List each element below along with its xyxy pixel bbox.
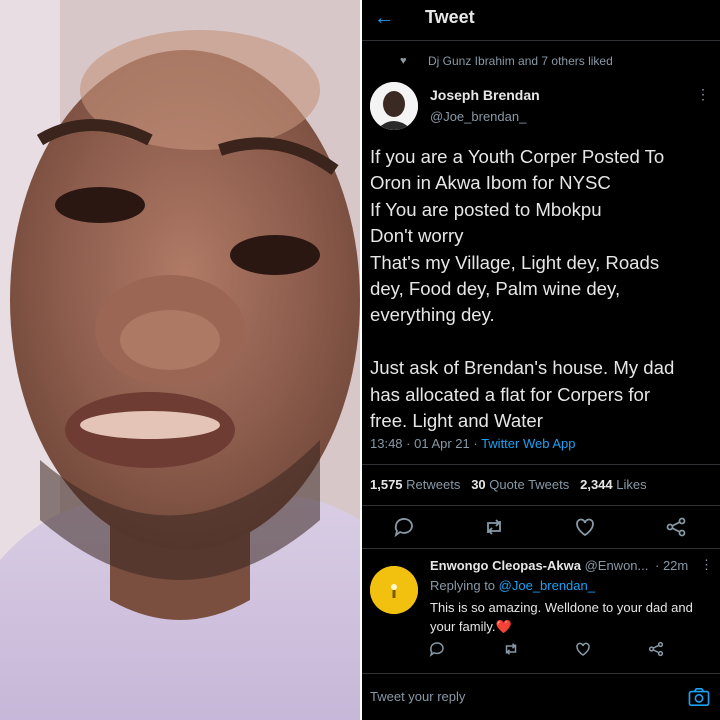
reply-author-name: Enwongo Cleopas-Akwa — [430, 558, 581, 573]
compose-divider — [362, 673, 720, 674]
reply-time: · 22m — [655, 558, 689, 573]
tweet-actions — [362, 515, 720, 539]
retweets-label: Retweets — [402, 477, 461, 492]
heart-icon: ♥ — [400, 55, 407, 67]
tweet-meta: 13:48 · 01 Apr 21 · Twitter Web App — [370, 436, 575, 451]
share-icon[interactable] — [664, 515, 688, 539]
header-divider — [362, 40, 720, 41]
retweet-icon[interactable] — [482, 515, 506, 539]
reply-input[interactable]: Tweet your reply — [370, 689, 465, 704]
tweet-source-link[interactable]: Twitter Web App — [481, 436, 575, 451]
retweets-count: 1,575 — [370, 477, 403, 492]
meta-divider — [362, 464, 720, 465]
replying-prefix: Replying to — [430, 578, 499, 593]
screenshot: ← Tweet ♥ Dj Gunz Ibrahim and 7 others l… — [0, 0, 720, 720]
reply-avatar[interactable] — [370, 566, 418, 614]
page-title: Tweet — [425, 7, 475, 27]
reply-author[interactable]: Enwongo Cleopas-Akwa @Enwon... — [430, 558, 648, 573]
replying-to-handle[interactable]: @Joe_brendan_ — [499, 578, 595, 593]
camera-icon[interactable] — [688, 687, 710, 707]
actions-divider — [362, 548, 720, 549]
top-bar: ← Tweet — [362, 0, 720, 38]
quotes-count: 30 — [471, 477, 486, 492]
social-context-text: Dj Gunz Ibrahim and 7 others liked — [428, 54, 613, 68]
replying-to: Replying to @Joe_brendan_ — [430, 578, 595, 593]
tweet-time: 13:48 · 01 Apr 21 · — [370, 436, 482, 451]
tweet-stats: 1,575 Retweets 30 Quote Tweets 2,344 Lik… — [370, 477, 647, 492]
reply-text: This is so amazing. Welldone to your dad… — [430, 600, 693, 634]
reply-like-icon[interactable] — [574, 640, 592, 658]
reply-author-handle: @Enwon... — [580, 558, 649, 573]
author-handle[interactable]: @Joe_brendan_ — [430, 109, 526, 124]
author-name[interactable]: Joseph Brendan — [430, 87, 540, 103]
likes-stat[interactable]: 2,344 Likes — [580, 477, 647, 492]
stats-divider — [362, 505, 720, 506]
reply-icon[interactable] — [392, 515, 416, 539]
reply-composer[interactable]: Tweet your reply — [362, 675, 720, 720]
profile-photo — [0, 0, 360, 720]
quotes-stat[interactable]: 30 Quote Tweets — [471, 477, 569, 492]
retweets-stat[interactable]: 1,575 Retweets — [370, 477, 460, 492]
likes-label: Likes — [612, 477, 647, 492]
back-arrow-icon[interactable]: ← — [374, 6, 394, 30]
reply-share-icon[interactable] — [647, 640, 665, 658]
like-heart-icon[interactable] — [573, 515, 597, 539]
tweet-panel: ← Tweet ♥ Dj Gunz Ibrahim and 7 others l… — [362, 0, 720, 720]
more-options-icon[interactable]: ⋮ — [696, 86, 710, 103]
reply-actions — [362, 640, 720, 664]
avatar[interactable] — [370, 82, 418, 130]
likes-count: 2,344 — [580, 477, 613, 492]
tweet-text: If you are a Youth Corper Posted To Oron… — [370, 146, 675, 432]
quotes-label: Quote Tweets — [485, 477, 570, 492]
reply-more-icon[interactable]: ⋮ — [700, 557, 713, 573]
reply-retweet-icon[interactable] — [502, 640, 520, 658]
reply-reply-icon[interactable] — [428, 640, 446, 658]
